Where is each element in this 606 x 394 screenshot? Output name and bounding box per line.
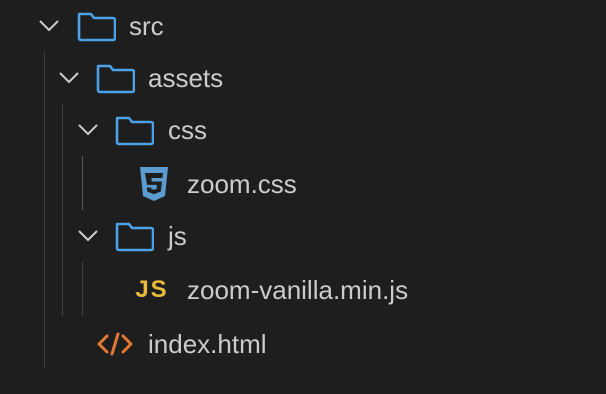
tree-item-label: zoom.css [187,169,297,199]
tree-item-js[interactable]: js [0,210,606,262]
tree-item-label: zoom-vanilla.min.js [187,275,409,305]
html-file-icon [94,318,136,370]
folder-icon [113,210,155,262]
css3-file-icon [133,158,175,210]
tree-item-label: js [168,221,187,251]
chevron-down-icon[interactable] [34,0,64,52]
tree-item-label: index.html [148,329,267,359]
folder-icon [94,52,136,104]
folder-icon [113,104,155,156]
chevron-down-icon[interactable] [54,52,84,104]
js-file-icon-text: JS [135,276,169,303]
js-file-icon: JS [131,264,173,316]
tree-item-label: css [168,115,207,145]
tree-item-label: src [129,11,164,41]
tree-item-assets[interactable]: assets [0,52,606,104]
folder-icon [75,0,117,52]
chevron-down-icon[interactable] [73,210,103,262]
file-explorer-tree: src assets css zoom.css js JS zoom-vanil… [0,0,606,394]
tree-item-label: assets [148,63,224,93]
tree-item-src[interactable]: src [0,0,606,52]
tree-item-css[interactable]: css [0,104,606,156]
tree-item-zoom-vanilla-min-js[interactable]: JS zoom-vanilla.min.js [0,264,606,316]
chevron-down-icon[interactable] [73,104,103,156]
tree-item-index-html[interactable]: index.html [0,318,606,370]
tree-item-zoom-css[interactable]: zoom.css [0,158,606,210]
